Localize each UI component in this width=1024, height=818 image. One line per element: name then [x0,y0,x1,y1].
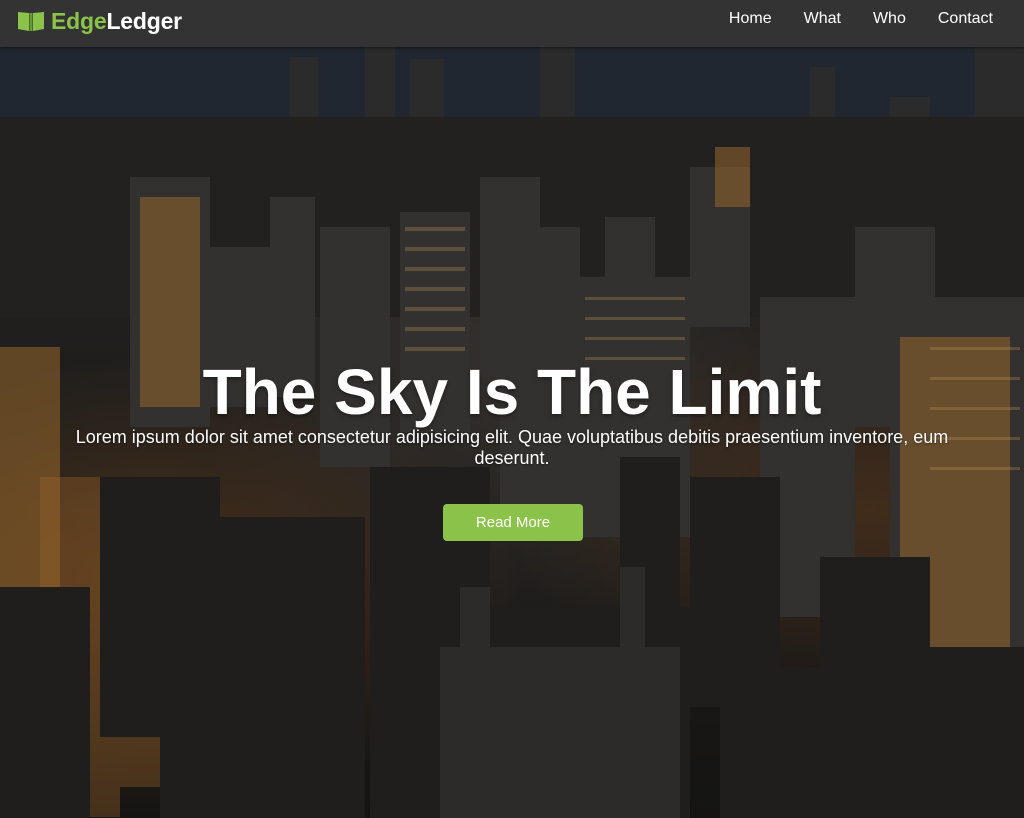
hero-subtitle: Lorem ipsum dolor sit amet consectetur a… [75,427,949,468]
brand-name-main: Ledger [106,7,182,34]
nav-link-home[interactable]: Home [729,10,772,28]
hero-section: The Sky Is The Limit Lorem ipsum dolor s… [0,47,1024,818]
nav-links: Home What Who Contact [697,0,993,37]
brand-name-accent: Edge [51,7,107,34]
nav-link-contact[interactable]: Contact [938,10,993,28]
open-book-icon [18,12,44,31]
landing-page: EdgeLedger Home What Who Contact The Sky… [0,0,1024,818]
navbar: EdgeLedger Home What Who Contact [0,0,1024,47]
brand-logo[interactable]: EdgeLedger [17,7,182,35]
nav-link-what[interactable]: What [804,10,841,28]
brand-name: EdgeLedger [51,8,182,35]
hero-title: The Sky Is The Limit [202,356,822,428]
read-more-button[interactable]: Read More [443,504,583,541]
nav-link-who[interactable]: Who [873,10,906,28]
